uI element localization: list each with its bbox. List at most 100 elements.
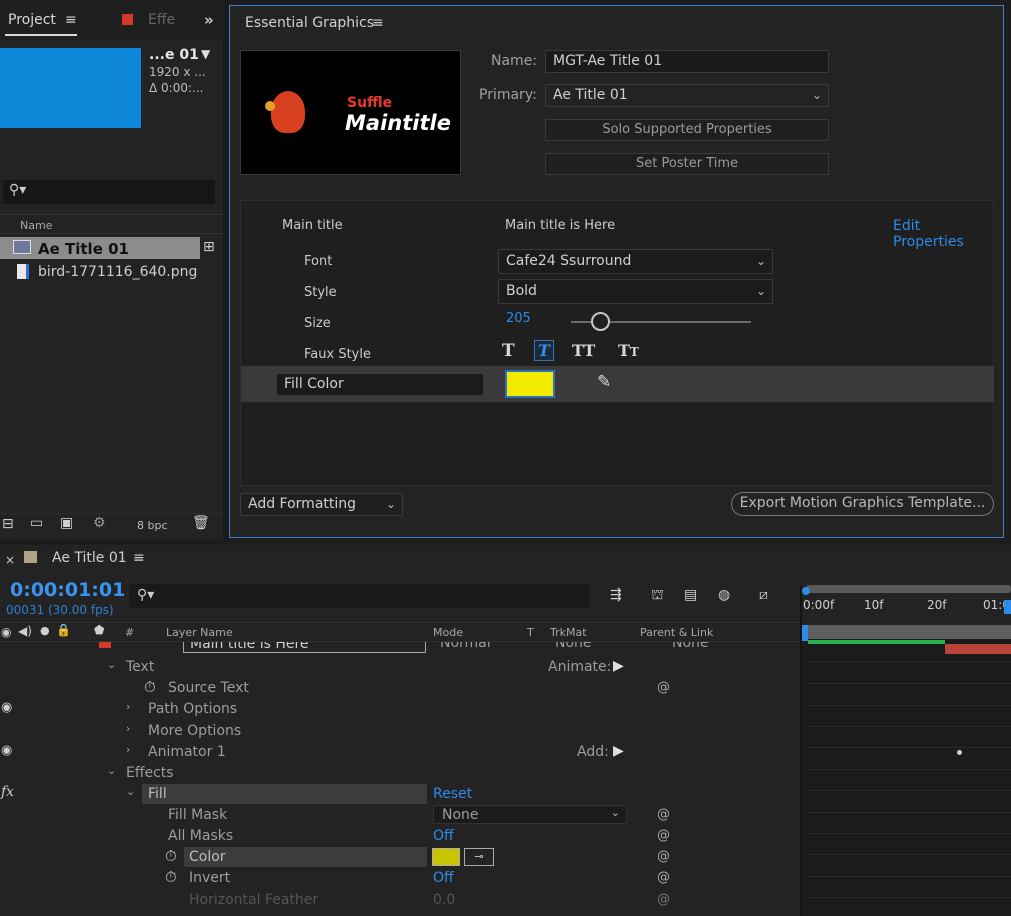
invert-value[interactable]: Off: [433, 870, 454, 886]
edit-properties-link[interactable]: Edit Properties: [893, 218, 993, 250]
layer-parent[interactable]: None: [672, 642, 709, 651]
audio-icon[interactable]: ◀): [18, 624, 32, 638]
row-more-options[interactable]: › More Options: [0, 721, 800, 742]
comp-tab[interactable]: Ae Title 01: [52, 550, 127, 566]
fill-mask-dropdown[interactable]: None ⌄: [433, 805, 627, 824]
font-dropdown[interactable]: Cafe24 Ssurround ⌄: [498, 249, 773, 274]
twirl-open-icon[interactable]: ⌄: [126, 785, 135, 798]
layer-name[interactable]: Main title is Here: [183, 642, 426, 653]
expression-pickwhip-icon[interactable]: @: [657, 828, 670, 843]
all-caps-icon[interactable]: TT: [572, 341, 595, 360]
name-input[interactable]: MGT-Ae Title 01: [545, 50, 829, 73]
faux-italic-icon[interactable]: T: [534, 340, 554, 361]
stopwatch-icon[interactable]: ⏱: [165, 868, 177, 886]
project-settings-icon[interactable]: ⚙: [93, 515, 106, 531]
close-tab-icon[interactable]: ×: [5, 553, 15, 567]
header-mode[interactable]: Mode: [433, 626, 463, 639]
draft-3d-icon[interactable]: ⛫: [651, 587, 664, 605]
expression-pickwhip-icon[interactable]: @: [657, 849, 670, 864]
header-layer-name[interactable]: Layer Name: [166, 626, 233, 639]
size-value[interactable]: 205: [506, 311, 531, 326]
header-parent[interactable]: Parent & Link: [640, 626, 713, 639]
comp-flowchart-icon[interactable]: ⇶: [610, 587, 622, 603]
tab-project[interactable]: Project: [8, 12, 56, 28]
flowchart-icon[interactable]: ⊞: [203, 239, 215, 255]
eye-icon[interactable]: ◉: [1, 700, 12, 715]
panel-menu-icon[interactable]: ≡: [65, 12, 77, 28]
add-formatting-dropdown[interactable]: Add Formatting ⌄: [240, 493, 403, 516]
interpret-footage-icon[interactable]: ⊟: [2, 516, 14, 532]
fill-color-swatch[interactable]: [505, 370, 555, 398]
eyedropper-icon[interactable]: ✎: [597, 372, 611, 392]
timecode[interactable]: 0:00:01:01: [10, 579, 125, 601]
stopwatch-icon[interactable]: ⏱: [165, 847, 177, 865]
project-item-image[interactable]: bird-1771116_640.png: [38, 264, 197, 280]
style-dropdown[interactable]: Bold ⌄: [498, 279, 773, 304]
row-fill-mask[interactable]: Fill Mask None ⌄ @: [0, 805, 800, 826]
frame-blending-icon[interactable]: ▤: [684, 587, 697, 603]
eye-icon[interactable]: ◉: [1, 625, 11, 639]
main-title-value[interactable]: Main title is Here: [505, 218, 615, 233]
row-text[interactable]: ⌄ Text Animate: ▶: [0, 657, 800, 678]
lock-icon[interactable]: 🔒: [56, 623, 71, 637]
new-composition-icon[interactable]: ▣: [60, 515, 73, 531]
tab-effects[interactable]: Effe: [148, 12, 175, 28]
animate-label[interactable]: Animate:: [548, 659, 611, 675]
project-item-comp[interactable]: Ae Title 01: [38, 240, 129, 258]
label-tag-icon[interactable]: ⬟: [94, 623, 104, 637]
layer-trkmat[interactable]: None: [555, 642, 592, 651]
layer-row-main-title[interactable]: Main title is Here Normal None None: [0, 642, 800, 654]
twirl-open-icon[interactable]: ⌄: [107, 658, 116, 671]
timeline-menu-icon[interactable]: ≡: [133, 550, 145, 566]
graph-editor-icon[interactable]: ⧄: [759, 587, 768, 603]
col-name[interactable]: Name: [20, 219, 52, 232]
small-caps-icon[interactable]: TT: [618, 341, 639, 360]
row-path-options[interactable]: ◉ › Path Options: [0, 699, 800, 720]
size-slider-thumb[interactable]: [590, 312, 610, 331]
motion-blur-icon[interactable]: ◍: [718, 587, 730, 603]
twirl-closed-icon[interactable]: ›: [126, 700, 130, 713]
export-mogrt-button[interactable]: Export Motion Graphics Template...: [731, 492, 994, 516]
fx-icon[interactable]: fx: [1, 784, 14, 800]
fill-color-label-input[interactable]: Fill Color: [276, 373, 484, 396]
expression-pickwhip-icon[interactable]: @: [657, 807, 670, 822]
twirl-closed-icon[interactable]: ›: [126, 743, 130, 756]
trash-icon[interactable]: 🗑: [192, 515, 210, 531]
h-feather-value[interactable]: 0.0: [433, 892, 455, 908]
row-color[interactable]: ⏱ Color ⊸ @: [0, 847, 800, 868]
layer-mode[interactable]: Normal: [440, 642, 491, 651]
solo-supported-properties-button[interactable]: Solo Supported Properties: [545, 119, 829, 141]
expression-pickwhip-icon[interactable]: @: [657, 680, 670, 695]
row-source-text[interactable]: ⏱ Source Text @: [0, 678, 800, 699]
time-navigator[interactable]: [807, 625, 1011, 639]
set-poster-time-button[interactable]: Set Poster Time: [545, 153, 829, 175]
animate-play-icon[interactable]: ▶: [613, 658, 624, 674]
playhead[interactable]: [1004, 600, 1011, 614]
overflow-chevron-icon[interactable]: »: [204, 11, 214, 29]
row-h-feather[interactable]: Horizontal Feather 0.0 @: [0, 890, 800, 911]
keyframe-dot[interactable]: [957, 750, 962, 755]
project-search-input[interactable]: ⚲▾: [3, 180, 215, 204]
header-trkmat[interactable]: TrkMat: [550, 626, 587, 639]
work-area-bar[interactable]: [806, 585, 1011, 593]
twirl-closed-icon[interactable]: ›: [126, 722, 130, 735]
eg-menu-icon[interactable]: ≡: [372, 15, 384, 31]
stopwatch-icon[interactable]: ⏱: [144, 678, 156, 696]
time-navigator-start[interactable]: [802, 625, 808, 641]
add-play-icon[interactable]: ▶: [613, 743, 624, 759]
row-fill[interactable]: fx ⌄ Fill Reset: [0, 784, 800, 805]
expression-pickwhip-icon[interactable]: @: [657, 892, 670, 907]
timeline-search-input[interactable]: ⚲▾: [129, 584, 589, 608]
eye-icon[interactable]: ◉: [1, 743, 12, 758]
row-animator[interactable]: ◉ › Animator 1 Add: ▶: [0, 742, 800, 763]
new-folder-icon[interactable]: ▭: [30, 515, 43, 531]
color-swatch[interactable]: [432, 848, 460, 866]
eyedropper-icon[interactable]: ⊸: [464, 848, 494, 866]
row-invert[interactable]: ⏱ Invert Off @: [0, 868, 800, 889]
faux-bold-icon[interactable]: T: [502, 341, 515, 361]
bpc-button[interactable]: 8 bpc: [137, 519, 168, 532]
work-area-start-handle[interactable]: [802, 587, 810, 595]
add-label[interactable]: Add:: [577, 744, 609, 760]
chevron-down-icon[interactable]: ▼: [201, 47, 210, 61]
reset-link[interactable]: Reset: [433, 786, 472, 802]
